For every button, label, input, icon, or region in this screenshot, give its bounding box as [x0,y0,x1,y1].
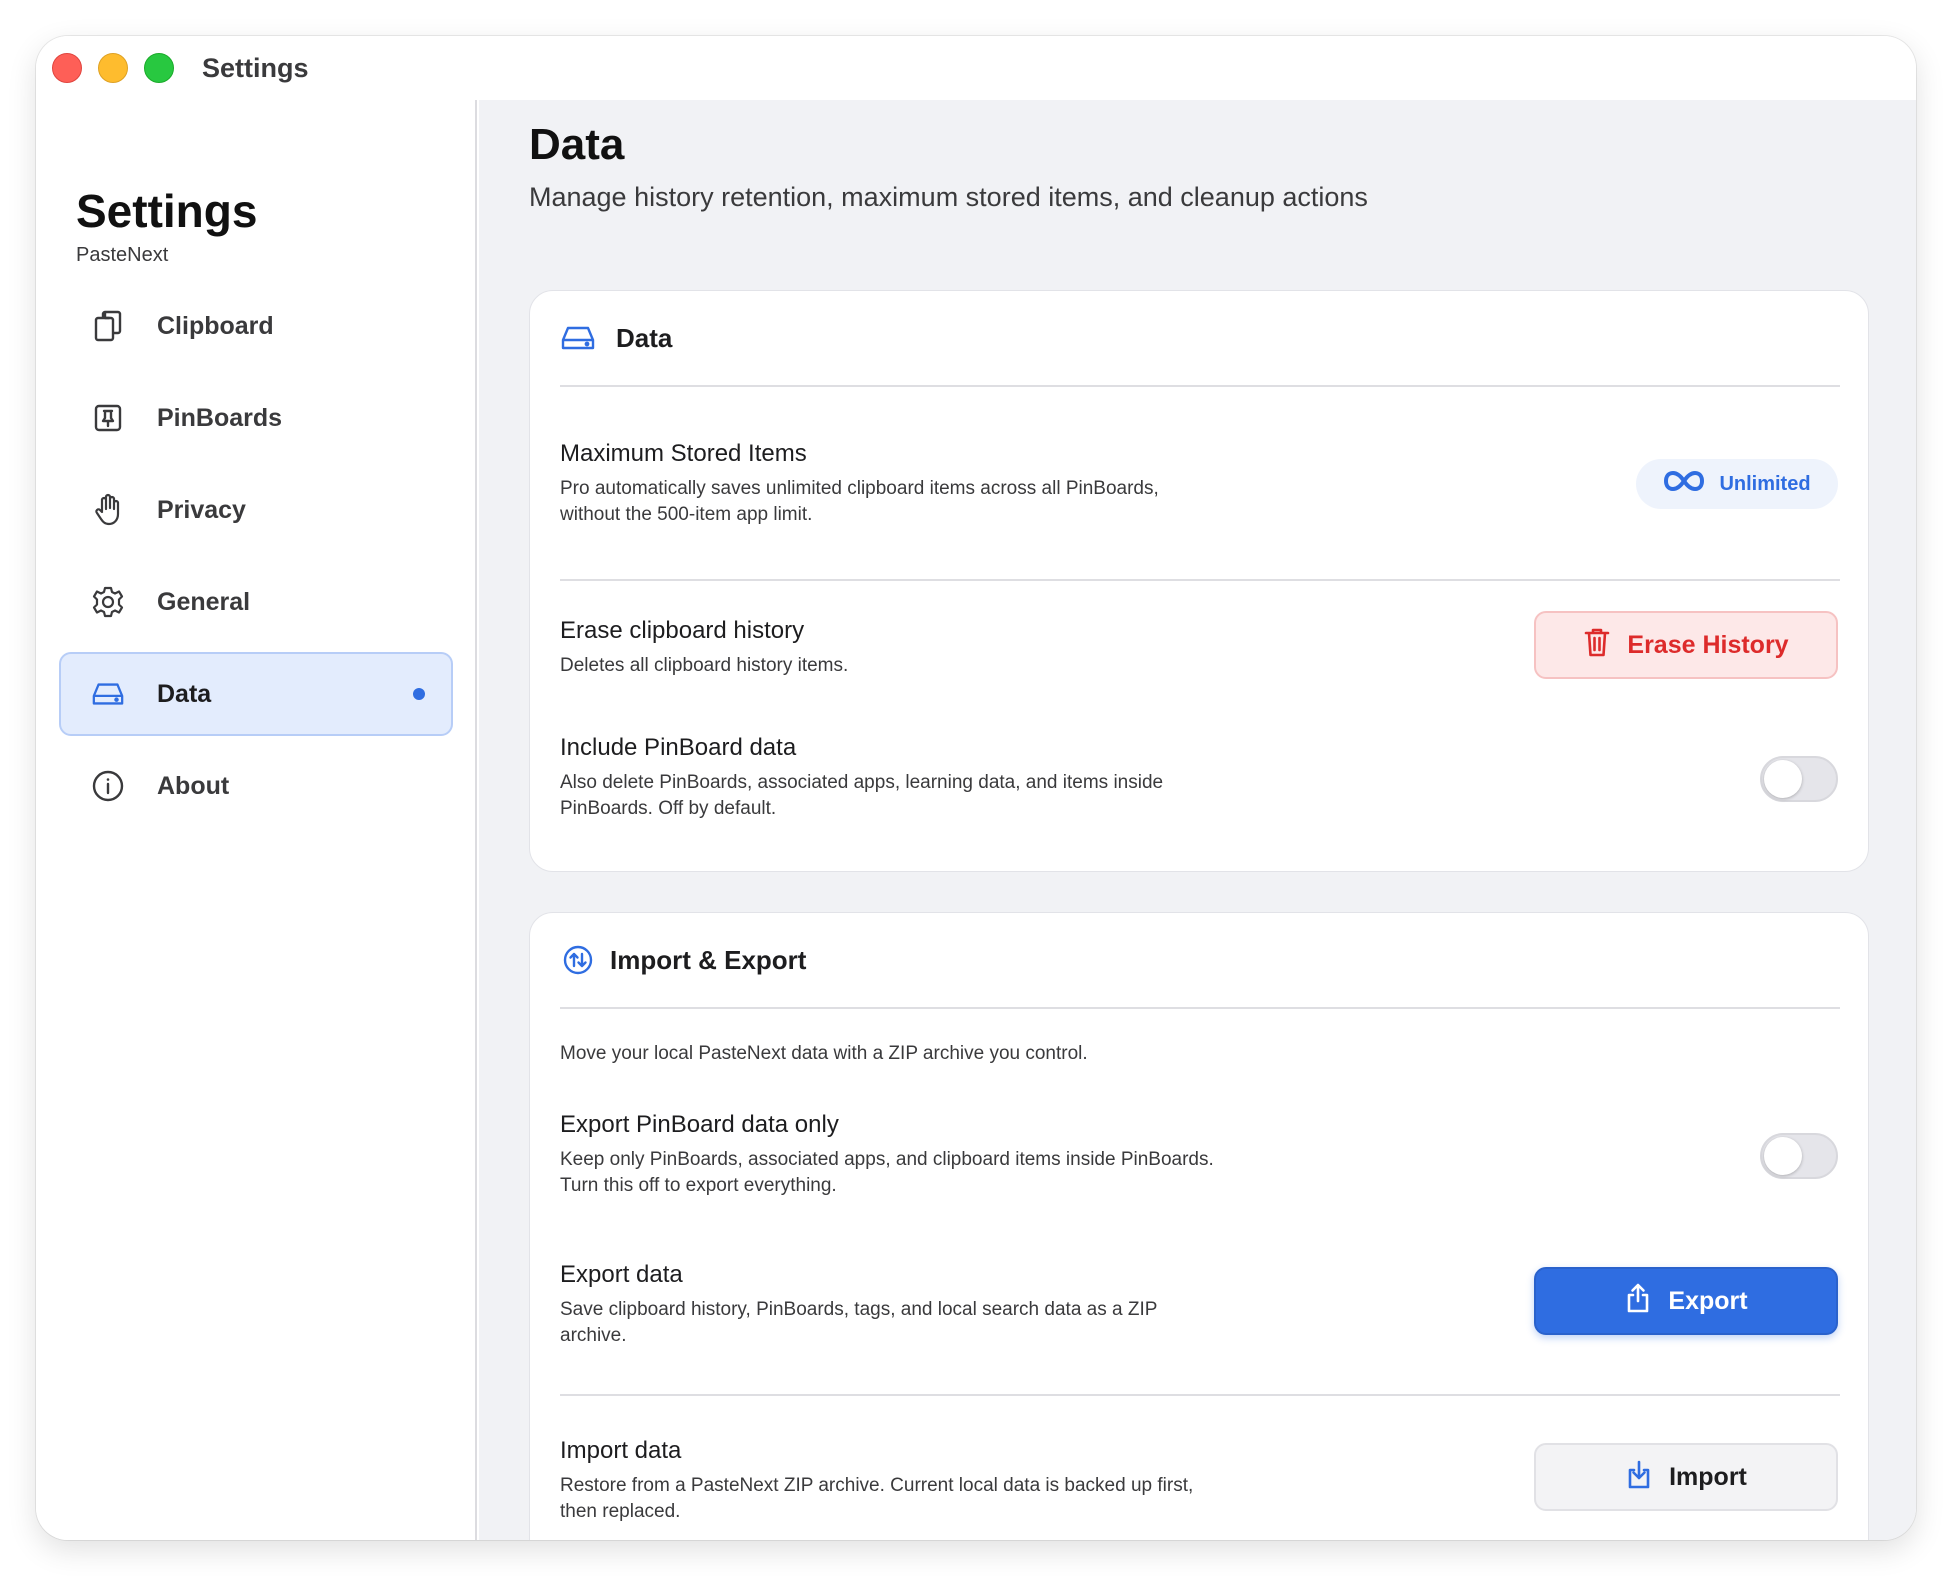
main-content[interactable]: Data Manage history retention, maximum s… [479,100,1916,1540]
toggle-knob [1764,1137,1802,1175]
sidebar-item-label: About [157,771,230,800]
close-window-button[interactable] [52,53,82,83]
import-button[interactable]: Import [1534,1443,1838,1511]
import-export-intro-text: Move your local PasteNext data with a ZI… [560,1043,1088,1064]
sidebar-item-label: PinBoards [157,403,283,432]
divider [560,579,1840,581]
import-data-desc: Restore from a PasteNext ZIP archive. Cu… [560,1475,1194,1522]
sidebar-item-pinboards[interactable]: PinBoards [59,376,453,460]
erase-history-button-label: Erase History [1627,630,1789,659]
active-indicator-dot [413,688,425,700]
sidebar-title: Settings [76,185,258,237]
import-export-intro: Move your local PasteNext data with a ZI… [560,1041,1840,1067]
export-button-label: Export [1668,1286,1748,1315]
sidebar-nav: Clipboard PinBoards Privacy General Data… [59,284,453,836]
drive-icon [560,320,596,356]
clipboard-icon [91,309,125,343]
drive-icon [91,677,125,711]
share-icon [1624,1282,1652,1321]
sidebar-item-label: Privacy [157,495,246,524]
minimize-window-button[interactable] [98,53,128,83]
export-pinboard-only-desc: Keep only PinBoards, associated apps, an… [560,1149,1214,1196]
page-title: Data [529,120,625,169]
sidebar: Settings PasteNext Clipboard PinBoards P… [36,100,477,1540]
window-title: Settings [202,52,309,83]
export-pinboard-only-toggle[interactable] [1760,1133,1838,1179]
sidebar-subtitle: PasteNext [76,244,169,266]
title-bar: Settings [36,36,1916,100]
max-stored-items-desc: Pro automatically saves unlimited clipbo… [560,478,1159,525]
include-pinboard-desc: Also delete PinBoards, associated apps, … [560,772,1164,819]
data-card-title: Data [616,322,673,353]
sidebar-item-privacy[interactable]: Privacy [59,468,453,552]
hand-icon [91,493,125,527]
sidebar-item-about[interactable]: About [59,744,453,828]
unlimited-badge: Unlimited [1636,459,1838,509]
export-data-desc: Save clipboard history, PinBoards, tags,… [560,1299,1158,1346]
export-pinboard-only-title: Export PinBoard data only [560,1111,839,1138]
include-pinboard-title: Include PinBoard data [560,734,797,761]
sidebar-item-label: Clipboard [157,311,274,340]
export-button[interactable]: Export [1534,1267,1838,1335]
export-pinboard-only-row: Export PinBoard data only Keep only PinB… [560,1111,1840,1199]
erase-history-desc: Deletes all clipboard history items. [560,655,849,676]
zoom-window-button[interactable] [144,53,174,83]
import-export-card: Import & Export Move your local PasteNex… [529,912,1869,1540]
sidebar-item-general[interactable]: General [59,560,453,644]
erase-history-button[interactable]: Erase History [1534,611,1838,679]
data-card: Data Maximum Stored Items Pro automatica… [529,290,1869,872]
divider [560,1394,1840,1396]
infinity-icon [1663,470,1705,498]
info-icon [91,769,125,803]
sidebar-item-label: Data [157,679,212,708]
include-pinboard-toggle[interactable] [1760,756,1838,802]
sidebar-item-clipboard[interactable]: Clipboard [59,284,453,368]
import-button-label: Import [1669,1462,1747,1491]
toggle-knob [1764,760,1802,798]
import-export-card-header: Import & Export [560,913,1840,1009]
settings-window: Settings Settings PasteNext Clipboard Pi… [36,36,1916,1540]
unlimited-badge-label: Unlimited [1719,472,1811,495]
arrows-updown-circle-icon [560,942,596,978]
pin-icon [91,401,125,435]
page-subtitle: Manage history retention, maximum stored… [529,182,1368,212]
download-icon [1625,1458,1653,1497]
gear-icon [91,585,125,619]
import-export-card-title: Import & Export [610,944,807,975]
trash-icon [1583,626,1611,665]
sidebar-item-label: General [157,587,251,616]
include-pinboard-row: Include PinBoard data Also delete PinBoa… [560,734,1840,822]
sidebar-item-data[interactable]: Data [59,652,453,736]
data-card-header: Data [560,291,1840,387]
